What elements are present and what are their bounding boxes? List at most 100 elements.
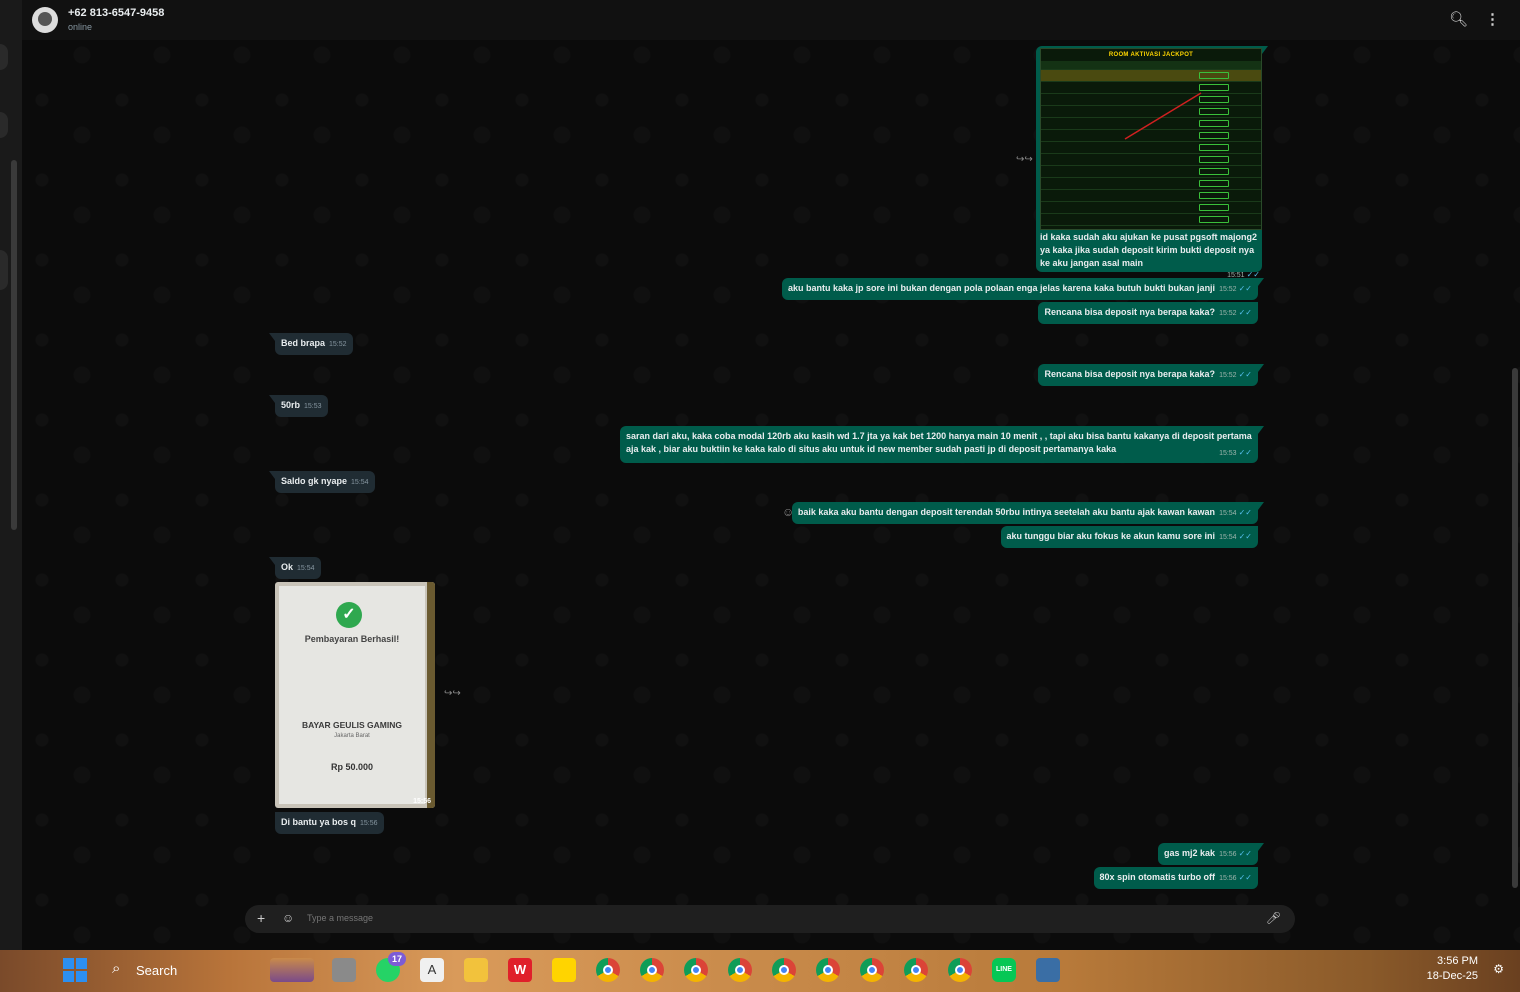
emoji-icon[interactable]: ☺	[282, 911, 294, 925]
message-time: 15:52	[1219, 310, 1237, 317]
message-text: Rencana bisa deposit nya berapa kaka?	[1044, 369, 1216, 379]
attach-plus-icon[interactable]: +	[257, 910, 265, 926]
search-icon[interactable]: 🔍︎	[1449, 10, 1468, 28]
message-incoming[interactable]: Di bantu ya bos q 15:56	[275, 812, 384, 834]
microphone-icon[interactable]: 🎤︎	[1266, 911, 1281, 925]
message-outgoing[interactable]: Rencana bisa deposit nya berapa kaka? 15:…	[1038, 302, 1258, 324]
message-outgoing[interactable]: aku bantu kaka jp sore ini bukan dengan …	[781, 278, 1265, 300]
check-icon: ✓	[336, 602, 362, 628]
windows-taskbar: ⌕ Search A W LINE 3:56 PM 18-Dec-25 ⚙︎	[0, 950, 1520, 992]
red-arrow-annotation	[1124, 92, 1202, 140]
windows-start-icon[interactable]	[63, 958, 87, 982]
chrome-icon[interactable]	[948, 958, 972, 982]
chrome-icon[interactable]	[640, 958, 664, 982]
avatar[interactable]	[32, 7, 58, 33]
image-edge	[427, 582, 435, 808]
payment-receipt-image[interactable]: ✓ Pembayaran Berhasil! BAYAR GEULIS GAMI…	[275, 582, 435, 808]
task-view-icon[interactable]	[332, 958, 356, 982]
taskbar-clock[interactable]: 3:56 PM 18-Dec-25	[1427, 954, 1478, 984]
chrome-icon[interactable]	[684, 958, 708, 982]
message-time: 15:54	[351, 479, 369, 486]
rail-scrollbar[interactable]	[11, 160, 17, 530]
read-ticks-icon: ✓✓	[1238, 532, 1252, 541]
chrome-icon[interactable]	[596, 958, 620, 982]
message-incoming[interactable]: Bed brapa 15:52	[269, 333, 353, 355]
file-explorer-icon[interactable]	[464, 958, 488, 982]
sticky-notes-icon[interactable]	[552, 958, 576, 982]
notification-icon[interactable]: ⚙︎	[1493, 962, 1504, 976]
wps-office-icon[interactable]: W	[508, 958, 532, 982]
message-outgoing[interactable]: gas mj2 kak 15:56 ✓✓	[1158, 843, 1264, 865]
scrollbar-thumb[interactable]	[1512, 368, 1518, 888]
message-text: gas mj2 kak	[1164, 848, 1216, 858]
read-ticks-icon: ✓✓	[1238, 508, 1252, 517]
chrome-icon[interactable]	[904, 958, 928, 982]
read-ticks-icon: ✓✓	[1238, 849, 1252, 858]
message-time: 15:56	[413, 798, 431, 805]
message-time: 15:56	[360, 820, 378, 827]
text-editor-icon[interactable]: A	[420, 958, 444, 982]
chat-background	[22, 0, 1520, 950]
read-ticks-icon: ✓✓	[1238, 448, 1252, 457]
message-time: 15:54	[1219, 510, 1237, 517]
message-outgoing[interactable]: Rencana bisa deposit nya berapa kaka? 15:…	[1038, 364, 1264, 386]
chat-scrollbar[interactable]	[1512, 48, 1518, 888]
contact-status: online	[68, 22, 93, 32]
message-text: Rencana bisa deposit nya berapa kaka?	[1044, 307, 1216, 317]
forward-icon[interactable]: ↪↪	[1016, 154, 1033, 165]
receipt-paper: ✓ Pembayaran Berhasil! BAYAR GEULIS GAMI…	[279, 586, 425, 804]
line-app-icon[interactable]: LINE	[992, 958, 1016, 982]
message-text: baik kaka aku bantu dengan deposit teren…	[797, 507, 1216, 517]
message-time: 15:56	[1219, 851, 1237, 858]
receipt-merchant: BAYAR GEULIS GAMING	[302, 720, 402, 730]
rail-handle[interactable]	[0, 44, 8, 70]
message-incoming[interactable]: Saldo gk nyape 15:54	[269, 471, 375, 493]
clock-time: 3:56 PM	[1437, 955, 1478, 967]
read-ticks-icon: ✓✓	[1238, 308, 1252, 317]
message-outgoing[interactable]: saran dari aku, kaka coba modal 120rb ak…	[620, 426, 1264, 463]
receipt-amount: Rp 50.000	[330, 762, 374, 772]
chrome-icon[interactable]	[772, 958, 796, 982]
message-time: 15:52	[329, 341, 347, 348]
message-text: aku tunggu biar aku fokus ke akun kamu s…	[1006, 531, 1216, 541]
message-time: 15:54	[1219, 534, 1237, 541]
message-input[interactable]	[307, 913, 1207, 923]
taskbar-search-label: Search	[136, 963, 178, 978]
search-icon: ⌕	[112, 960, 121, 977]
jackpot-table-image[interactable]: ROOM AKTIVASI JACKPOT	[1040, 48, 1262, 230]
message-incoming[interactable]: Ok 15:54	[269, 557, 321, 579]
message-time: 15:52	[1219, 372, 1237, 379]
chat-header: +62 813-6547-9458 online 🔍︎ ⋮	[22, 0, 1520, 40]
kebab-menu-icon[interactable]: ⋮	[1485, 10, 1500, 28]
message-text: Saldo gk nyape	[281, 476, 348, 486]
message-outgoing[interactable]: baik kaka aku bantu dengan deposit teren…	[791, 502, 1265, 524]
left-rail	[0, 0, 23, 950]
message-outgoing[interactable]: 80x spin otomatis turbo off 15:56 ✓✓	[1093, 867, 1258, 889]
read-ticks-icon: ✓✓	[1238, 873, 1252, 882]
chrome-icon[interactable]	[860, 958, 884, 982]
message-time: 15:54	[297, 565, 315, 572]
read-ticks-icon: ✓✓	[1238, 370, 1252, 379]
widgets-icon[interactable]	[270, 958, 314, 982]
contact-name[interactable]: +62 813-6547-9458	[68, 7, 164, 19]
message-incoming[interactable]: 50rb 15:53	[269, 395, 328, 417]
rail-handle[interactable]	[0, 112, 8, 138]
chrome-icon[interactable]	[816, 958, 840, 982]
message-outgoing[interactable]: aku tunggu biar aku fokus ke akun kamu s…	[1000, 526, 1258, 548]
message-time: 15:53	[304, 403, 322, 410]
message-text: Ok	[281, 562, 294, 572]
rail-handle[interactable]	[0, 250, 8, 290]
message-composer: + ☺ 🎤︎	[245, 905, 1295, 933]
whatsapp-unread-badge: 17	[388, 952, 406, 966]
message-text: Bed brapa	[281, 338, 326, 348]
message-text: Di bantu ya bos q	[281, 817, 357, 827]
message-caption: id kaka sudah aku ajukan ke pusat pgsoft…	[1040, 231, 1260, 282]
taskbar-search[interactable]: ⌕ Search	[102, 957, 262, 985]
chrome-icon[interactable]	[728, 958, 752, 982]
message-time: 15:56	[1219, 875, 1237, 882]
receipt-city: Jakarta Barat	[334, 733, 370, 739]
read-ticks-icon: ✓✓	[1238, 284, 1252, 293]
message-time: 15:53	[1219, 450, 1237, 457]
app-icon[interactable]	[1036, 958, 1060, 982]
forward-icon[interactable]: ↪↪	[444, 688, 461, 699]
